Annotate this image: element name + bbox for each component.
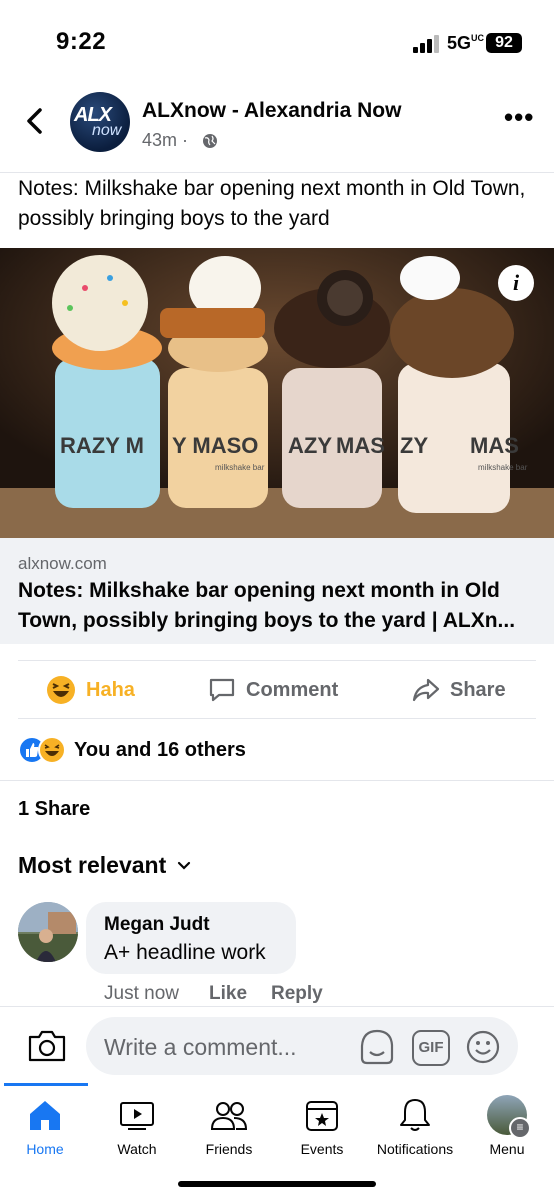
bell-icon xyxy=(400,1099,430,1131)
battery-icon: 92 xyxy=(486,33,522,53)
commenter-avatar[interactable] xyxy=(18,902,78,962)
jar-label: Y MASO xyxy=(172,433,258,458)
avatar-sticker-icon[interactable] xyxy=(358,1028,396,1066)
jar-label: AZY xyxy=(288,433,332,458)
jar-label: MAS xyxy=(470,433,519,458)
more-options-button[interactable]: ••• xyxy=(504,104,534,130)
page-avatar[interactable]: ALX now xyxy=(70,92,130,152)
share-icon xyxy=(412,678,440,702)
globe-icon xyxy=(203,134,217,148)
comment-input-placeholder: Write a comment... xyxy=(104,1034,297,1060)
events-icon xyxy=(306,1101,338,1131)
divider xyxy=(0,1006,554,1007)
home-indicator xyxy=(178,1181,376,1187)
home-icon xyxy=(30,1101,60,1130)
jar-label: RAZY M xyxy=(60,433,144,458)
menu-avatar-icon: ≡ xyxy=(487,1095,531,1139)
comment-reply-button[interactable]: Reply xyxy=(271,983,323,1005)
back-button[interactable] xyxy=(18,104,52,138)
milkshake-jars-photo: RAZY M Y MASO AZY MAS ZY MAS milkshake b… xyxy=(0,248,554,538)
tab-events[interactable]: Events xyxy=(277,1095,367,1157)
friends-icon xyxy=(210,1102,248,1130)
comment-text: A+ headline work xyxy=(104,941,266,964)
tab-menu[interactable]: ≡ Menu xyxy=(462,1095,552,1157)
reactions-summary[interactable]: You and 16 others xyxy=(18,736,246,764)
chevron-left-icon xyxy=(27,108,42,134)
post-caption: Notes: Milkshake bar opening next month … xyxy=(18,177,526,230)
divider xyxy=(18,660,536,661)
haha-reaction-button[interactable]: Haha xyxy=(46,668,135,712)
link-title[interactable]: Notes: Milkshake bar opening next month … xyxy=(18,576,538,636)
jar-sublabel: milkshake bar xyxy=(215,463,265,472)
chevron-down-icon xyxy=(178,861,191,870)
share-button[interactable]: Share xyxy=(412,668,506,712)
divider xyxy=(0,172,554,173)
tab-home[interactable]: Home xyxy=(0,1095,90,1157)
gif-button[interactable]: GIF xyxy=(412,1030,450,1066)
haha-reaction-icon xyxy=(38,736,66,764)
jar-label: ZY xyxy=(400,433,428,458)
comment-icon xyxy=(209,678,235,702)
link-domain: alxnow.com xyxy=(18,554,107,573)
comment-sort-dropdown[interactable]: Most relevant xyxy=(18,852,194,879)
jar-label: MAS xyxy=(336,433,385,458)
jar-sublabel: milkshake bar xyxy=(478,463,528,472)
tab-friends[interactable]: Friends xyxy=(184,1095,274,1157)
network-indicator: 5GUC xyxy=(447,33,485,53)
post-image[interactable]: RAZY M Y MASO AZY MAS ZY MAS milkshake b… xyxy=(0,248,554,538)
status-time: 9:22 xyxy=(56,28,107,55)
divider xyxy=(18,718,536,719)
info-button[interactable]: i xyxy=(498,265,534,301)
commenter-name[interactable]: Megan Judt xyxy=(104,914,210,936)
share-count[interactable]: 1 Share xyxy=(18,798,90,821)
signal-icon xyxy=(413,35,443,53)
tab-notifications[interactable]: Notifications xyxy=(369,1095,461,1157)
tab-watch[interactable]: Watch xyxy=(92,1095,182,1157)
active-tab-indicator xyxy=(4,1083,88,1086)
comment-like-button[interactable]: Like xyxy=(209,983,247,1005)
comment-button[interactable]: Comment xyxy=(208,668,338,712)
emoji-icon[interactable] xyxy=(465,1029,501,1065)
comment-time: Just now xyxy=(104,983,179,1004)
watch-icon xyxy=(120,1102,154,1130)
page-name[interactable]: ALXnow - Alexandria Now xyxy=(142,99,401,123)
camera-icon[interactable] xyxy=(26,1028,68,1064)
post-timestamp: 43m · xyxy=(142,130,189,150)
haha-emoji-icon xyxy=(47,676,75,704)
divider xyxy=(0,780,554,781)
